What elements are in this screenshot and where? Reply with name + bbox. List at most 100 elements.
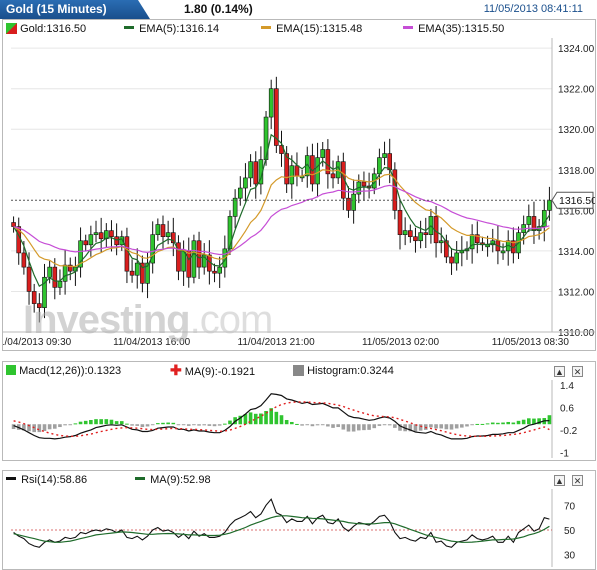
candle-body bbox=[109, 230, 114, 238]
candle-body bbox=[57, 281, 63, 288]
price-change: 1.80 (0.14%) bbox=[184, 2, 253, 16]
candle-body bbox=[392, 169, 398, 211]
histogram-bar bbox=[341, 424, 346, 430]
histogram-bar bbox=[202, 424, 207, 426]
histogram-bar bbox=[496, 422, 500, 425]
candle-body bbox=[459, 250, 465, 254]
histogram-bar bbox=[434, 424, 438, 429]
histogram-bar bbox=[480, 423, 485, 425]
histogram-bar bbox=[197, 424, 201, 426]
macd-tick-label: 1.4 bbox=[560, 381, 574, 392]
histogram-bar bbox=[78, 421, 83, 425]
macd-panel: Macd(12,26)):0.1323 ✚ MA(9):-0.1921 Hist… bbox=[2, 361, 596, 461]
candle-body bbox=[526, 216, 532, 225]
candle-body bbox=[351, 193, 356, 211]
histogram-bar bbox=[145, 424, 150, 427]
price-tick-label: 1318.00 bbox=[558, 166, 595, 177]
histogram-bar bbox=[506, 421, 511, 425]
histogram-bar bbox=[320, 424, 325, 426]
timestamp: 11/05/2013 08:41:11 bbox=[483, 3, 583, 15]
histogram-bar bbox=[310, 424, 315, 427]
candle-body bbox=[418, 232, 423, 242]
histogram-bar bbox=[454, 424, 459, 429]
histogram-bar bbox=[125, 423, 129, 425]
histogram-bar bbox=[223, 423, 227, 425]
histogram-bar bbox=[485, 423, 490, 425]
price-tick-label: 1322.00 bbox=[558, 85, 595, 96]
histogram-bar bbox=[377, 424, 382, 426]
ema35-line bbox=[13, 184, 550, 256]
price-tick-label: 1324.00 bbox=[558, 44, 595, 55]
histogram-bar bbox=[99, 419, 103, 425]
candle-body bbox=[320, 149, 326, 158]
histogram-bar bbox=[439, 424, 444, 429]
histogram-bar bbox=[47, 424, 52, 430]
histogram-bar bbox=[109, 419, 114, 425]
histogram-bar bbox=[372, 424, 377, 429]
histogram-bar bbox=[52, 424, 57, 429]
price-tick-label: 1320.00 bbox=[558, 125, 595, 136]
histogram-bar bbox=[331, 424, 335, 428]
candle-body bbox=[397, 210, 403, 235]
candle-body bbox=[88, 234, 94, 246]
candle-body bbox=[382, 153, 387, 158]
rsi-tick-label: 30 bbox=[564, 551, 576, 562]
histogram-bar bbox=[73, 423, 78, 425]
candle-body bbox=[402, 230, 408, 235]
rsi-chart[interactable]: 70 50 30 bbox=[3, 471, 595, 569]
candle-body bbox=[413, 236, 418, 242]
candle-body bbox=[155, 224, 161, 235]
histogram-bar bbox=[156, 423, 160, 425]
histogram-bar bbox=[94, 419, 98, 425]
last-price-label: 1316.50 bbox=[559, 195, 595, 207]
histogram-bar bbox=[150, 424, 155, 426]
candle-body bbox=[438, 240, 444, 244]
histogram-bar bbox=[83, 420, 88, 425]
histogram-bar bbox=[140, 424, 145, 428]
histogram-bar bbox=[207, 424, 212, 426]
histogram-bar bbox=[429, 424, 433, 428]
histogram-bar bbox=[166, 422, 170, 425]
histogram-bar bbox=[284, 420, 289, 425]
candle-body bbox=[186, 250, 192, 278]
candle-body bbox=[47, 266, 52, 278]
candle-body bbox=[361, 181, 367, 187]
candle-body bbox=[26, 266, 32, 292]
candle-body bbox=[500, 250, 506, 254]
candle-body bbox=[253, 161, 259, 185]
candle-body bbox=[315, 157, 320, 185]
macd-chart[interactable]: 1.4 0.6 -0.2 -1 bbox=[3, 362, 595, 460]
histogram-bar bbox=[192, 424, 196, 426]
histogram-bar bbox=[351, 424, 356, 432]
macd-tick-label: 0.6 bbox=[560, 403, 574, 414]
rsi-tick-label: 50 bbox=[564, 526, 576, 537]
histogram-bar bbox=[465, 424, 469, 427]
histogram-bar bbox=[326, 424, 330, 427]
histogram-bar bbox=[42, 424, 47, 431]
candle-body bbox=[129, 270, 135, 276]
histogram-bar bbox=[171, 422, 176, 425]
histogram-bar bbox=[336, 424, 340, 428]
histogram-bar bbox=[176, 424, 181, 426]
histogram-bar bbox=[114, 421, 119, 425]
candle-body bbox=[547, 199, 552, 211]
histogram-bar bbox=[300, 424, 304, 426]
candle-body bbox=[11, 222, 16, 227]
histogram-bar bbox=[135, 424, 140, 426]
candle-body bbox=[232, 197, 238, 217]
histogram-bar bbox=[68, 424, 73, 426]
rsi-line bbox=[13, 498, 550, 548]
candle-body bbox=[243, 177, 248, 189]
rsi-panel: Rsi(14):58.86 MA(9):52.98 ▲ ✕ 70 50 30 bbox=[2, 470, 596, 570]
candle-body bbox=[212, 270, 217, 274]
candle-body bbox=[485, 244, 490, 248]
histogram-bar bbox=[290, 421, 294, 425]
histogram-bar bbox=[418, 424, 423, 431]
candle-body bbox=[268, 88, 274, 118]
candle-body bbox=[294, 165, 300, 177]
histogram-bar bbox=[186, 424, 191, 426]
histogram-bar bbox=[547, 415, 552, 425]
histogram-bar bbox=[356, 424, 361, 431]
candle-body bbox=[387, 153, 393, 171]
candle-body bbox=[191, 240, 197, 278]
